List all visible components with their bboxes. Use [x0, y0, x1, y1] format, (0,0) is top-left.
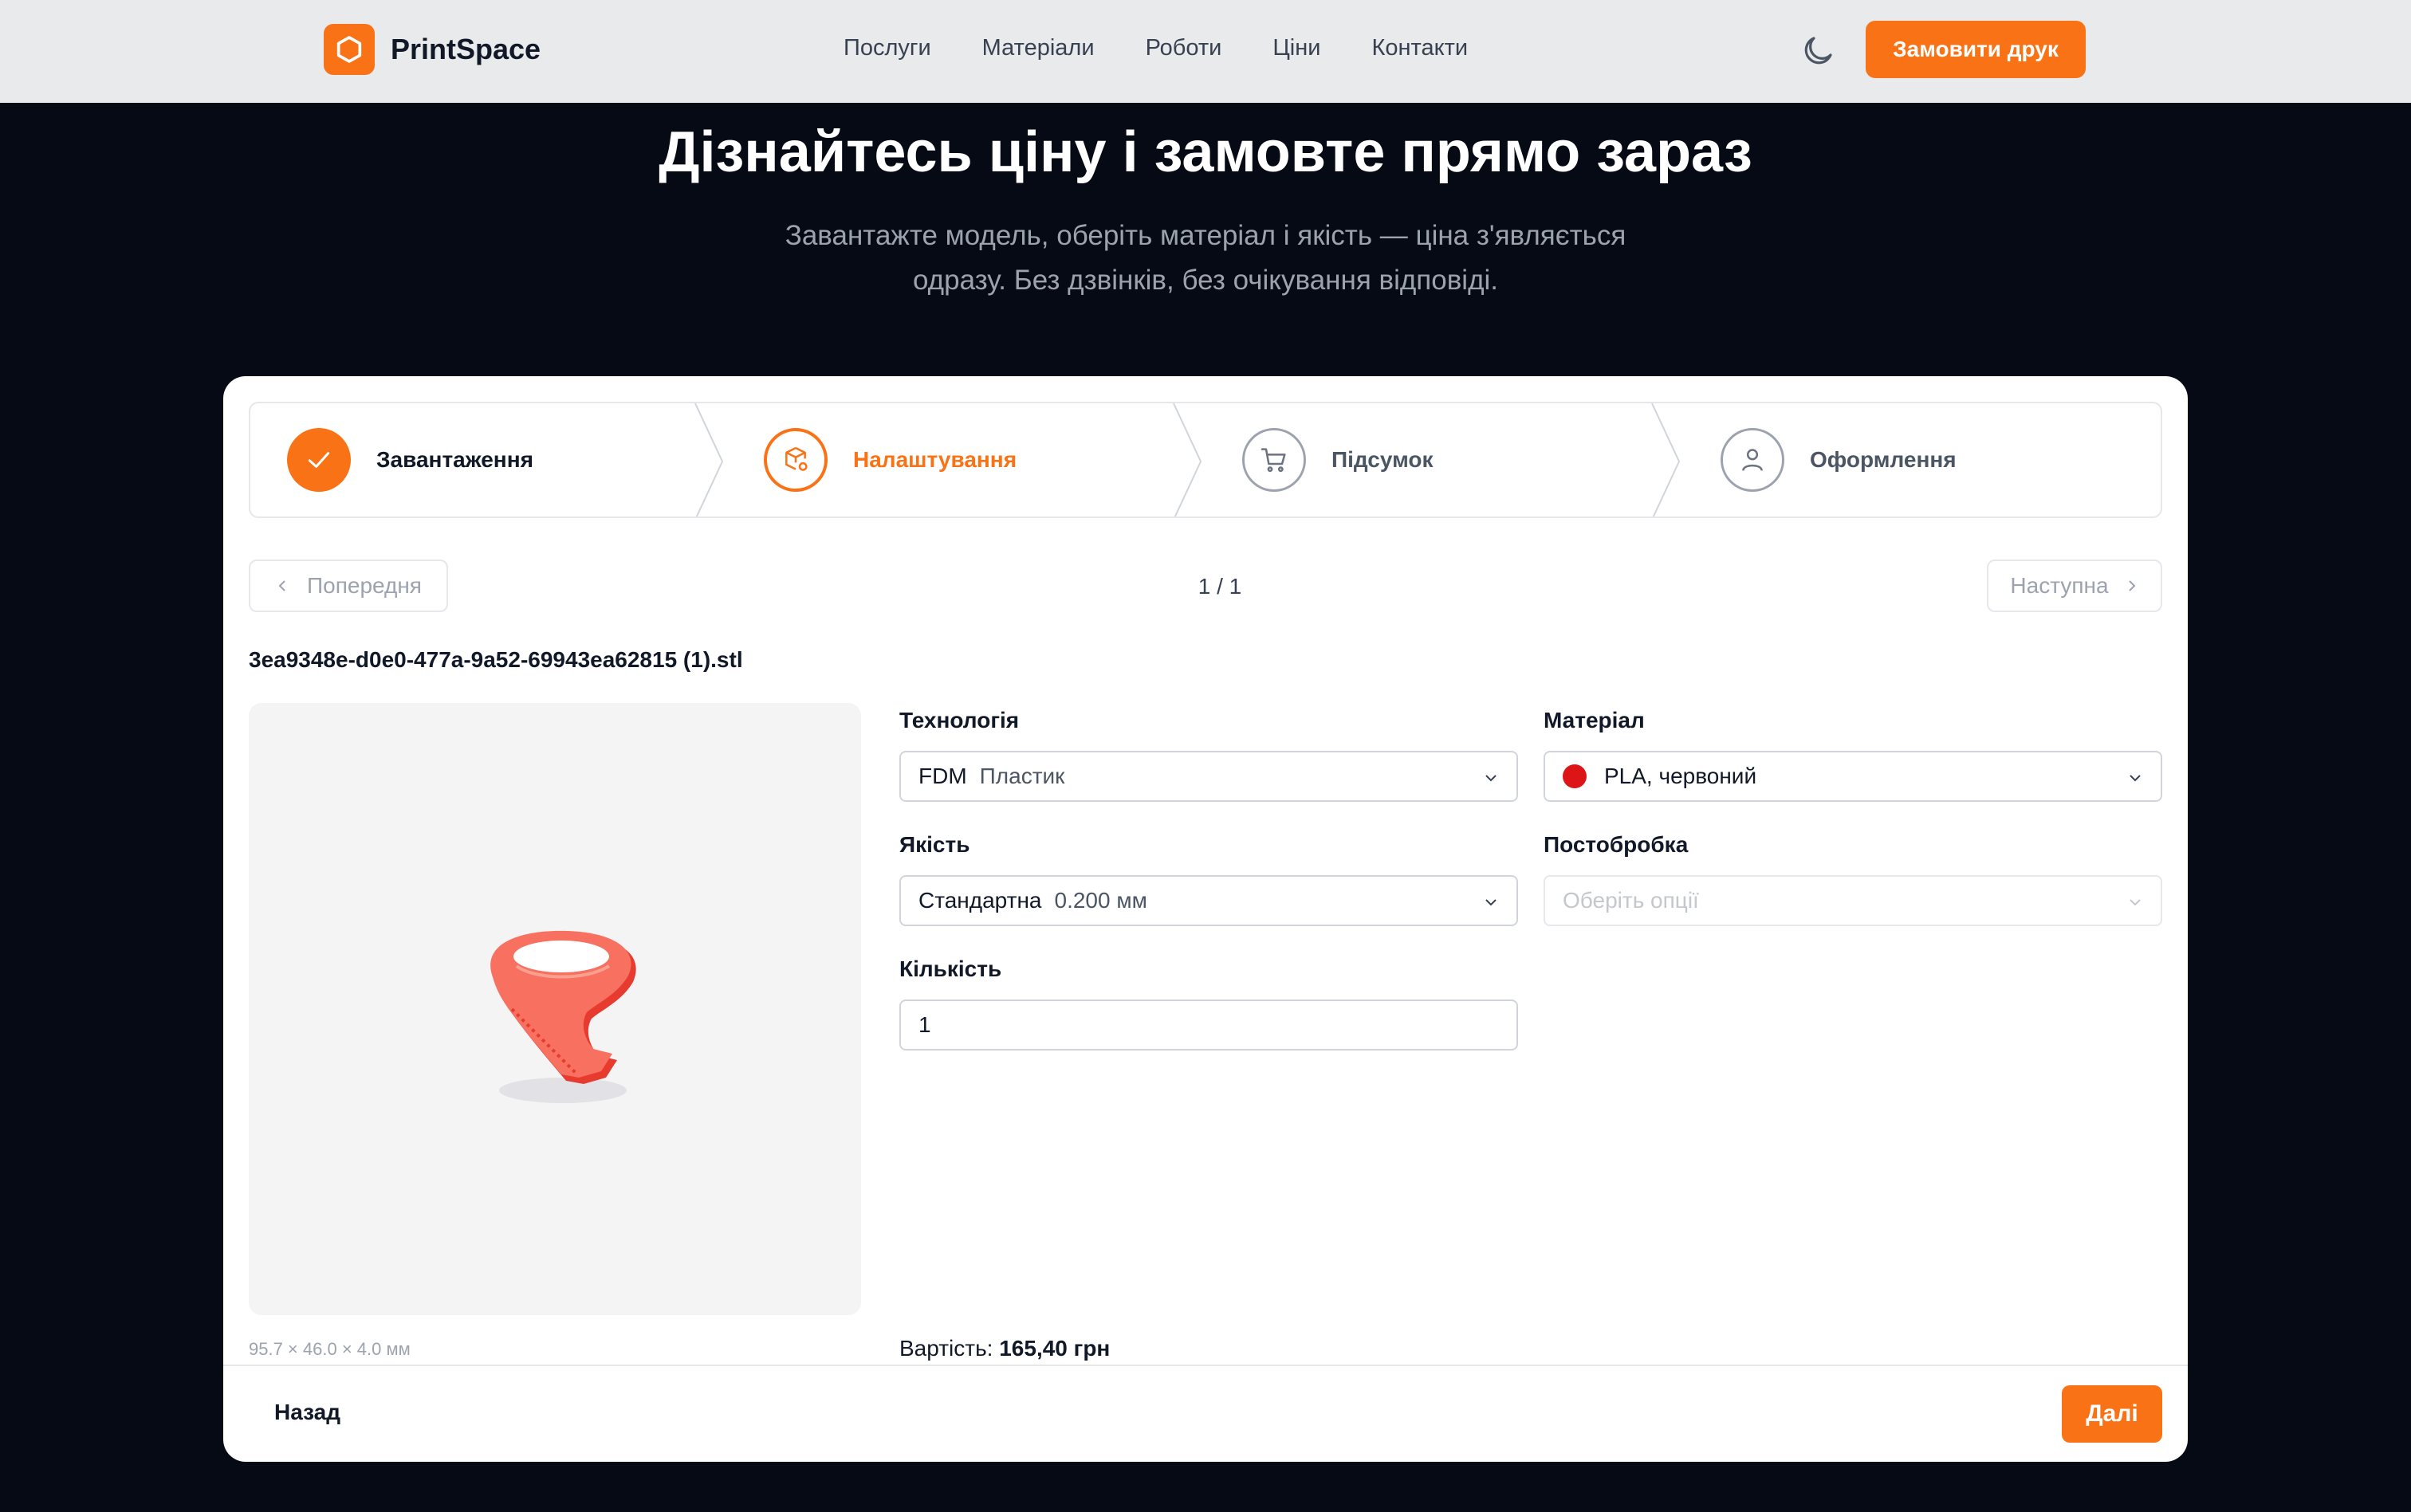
main-nav: Послуги Матеріали Роботи Ціни Контакти [844, 35, 1519, 61]
price-value: 165,40 грн [999, 1336, 1111, 1361]
model-3d-render [490, 930, 636, 1103]
material-select[interactable]: PLA, червоний [1544, 751, 2162, 802]
hero-subtitle-line: Завантажте модель, оберіть матеріал і як… [785, 220, 1626, 251]
nav-item-prices[interactable]: Ціни [1272, 35, 1320, 61]
hero-title: Дізнайтесь ціну і замовте прямо зараз [659, 120, 1752, 184]
brand-name: PrintSpace [391, 33, 541, 65]
nav-item-materials[interactable]: Матеріали [982, 35, 1095, 61]
postprocessing-label: Постобробка [1544, 832, 1689, 857]
step-settings[interactable]: Налаштування [764, 403, 1017, 516]
technology-detail: Пластик [979, 764, 1065, 788]
previous-label: Попередня [307, 573, 422, 598]
step-upload[interactable]: Завантаження [287, 403, 533, 516]
previous-file-button[interactable]: Попередня [249, 560, 448, 612]
step-label: Налаштування [853, 447, 1017, 472]
step-checkout[interactable]: Оформлення [1721, 403, 1957, 516]
chevron-right-icon [2128, 580, 2135, 591]
quantity-value: 1 [918, 1012, 931, 1037]
price-label: Вартість: [899, 1336, 993, 1361]
model-dimensions: 95.7 × 46.0 × 4.0 мм [249, 1339, 411, 1359]
step-summary[interactable]: Підсумок [1242, 403, 1434, 516]
chevron-down-icon [1485, 899, 1497, 906]
hero-subtitle-line: одразу. Без дзвінків, без очікування від… [912, 265, 1499, 296]
step-separator [1173, 403, 1202, 516]
order-stepper: Завантаження Налаштування Підсумок Оформ… [249, 402, 2162, 518]
chevron-left-icon [278, 580, 285, 591]
order-print-button[interactable]: Замовити друк [1866, 21, 2086, 78]
moon-icon[interactable] [1799, 32, 1837, 70]
step-label: Оформлення [1810, 447, 1957, 472]
next-label: Наступна [2010, 573, 2109, 598]
chevron-down-icon [2130, 775, 2141, 782]
footer-divider [223, 1365, 2188, 1366]
material-label: Матеріал [1544, 708, 1645, 732]
step-separator [694, 403, 724, 516]
price-summary: Вартість: 165,40 грн [899, 1336, 1110, 1361]
nav-item-contacts[interactable]: Контакти [1371, 35, 1468, 61]
brand-logo[interactable]: PrintSpace [324, 24, 541, 75]
chevron-down-icon [2130, 899, 2141, 906]
box-settings-icon [764, 428, 828, 492]
postprocessing-select[interactable]: Оберіть опції [1544, 875, 2162, 926]
quality-label: Якість [899, 832, 970, 857]
chevron-down-icon [1485, 775, 1497, 782]
quality-detail: 0.200 мм [1054, 888, 1147, 913]
file-name: 3ea9348e-d0e0-477a-9a52-69943ea62815 (1)… [249, 647, 743, 672]
back-button[interactable]: Назад [274, 1400, 340, 1425]
nav-item-works[interactable]: Роботи [1146, 35, 1222, 61]
site-header: PrintSpace Послуги Матеріали Роботи Ціни… [0, 0, 2411, 103]
next-button[interactable]: Далі [2062, 1385, 2162, 1443]
step-label: Підсумок [1331, 447, 1434, 472]
quality-value: Стандартна [918, 888, 1042, 913]
step-label: Завантаження [376, 447, 533, 472]
user-icon [1721, 428, 1784, 492]
step-separator [1651, 403, 1681, 516]
nav-item-services[interactable]: Послуги [844, 35, 931, 61]
quantity-input[interactable]: 1 [899, 999, 1518, 1051]
postprocessing-placeholder: Оберіть опції [1563, 888, 1699, 913]
cart-icon [1242, 428, 1306, 492]
quantity-label: Кількість [899, 956, 1002, 981]
technology-value: FDM [918, 764, 967, 788]
check-icon [287, 428, 351, 492]
technology-select[interactable]: FDM Пластик [899, 751, 1518, 802]
file-counter: 1 / 1 [1198, 574, 1242, 599]
next-file-button[interactable]: Наступна [1987, 560, 2162, 612]
hexagon-logo-icon [324, 24, 375, 75]
quality-select[interactable]: Стандартна 0.200 мм [899, 875, 1518, 926]
technology-label: Технологія [899, 708, 1020, 732]
hero-subtitle: Завантажте модель, оберіть матеріал і як… [718, 214, 1693, 303]
material-value: PLA, червоний [1604, 764, 1757, 788]
order-card: Завантаження Налаштування Підсумок Оформ… [223, 376, 2188, 1462]
model-preview[interactable] [249, 703, 861, 1315]
material-color-swatch [1563, 764, 1587, 788]
